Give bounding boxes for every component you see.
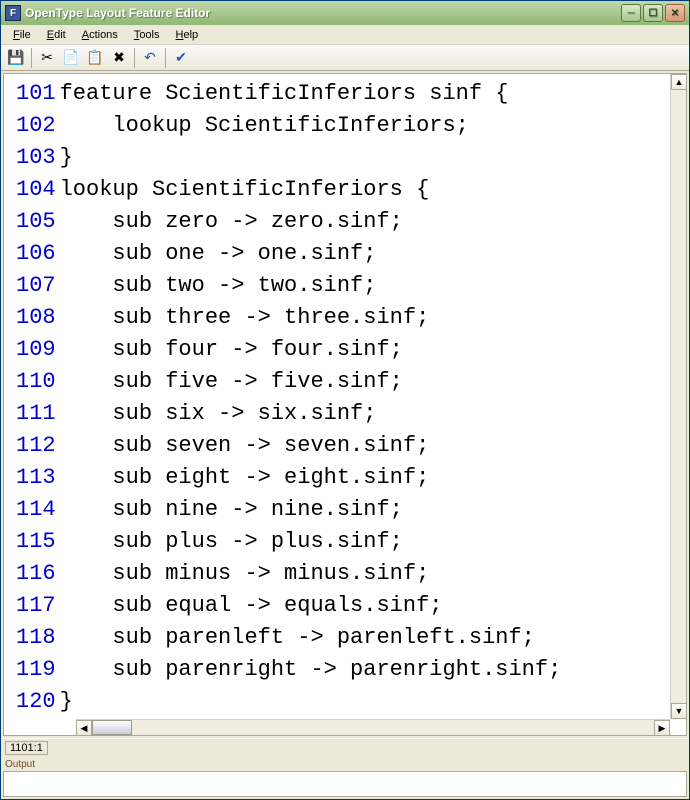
menu-file[interactable]: File (5, 27, 39, 43)
window-controls: ─ ☐ ✕ (621, 4, 685, 22)
line-number: 106 (16, 238, 56, 270)
statusbar: 1101:1 (1, 738, 689, 756)
line-number: 103 (16, 142, 56, 174)
scroll-track[interactable] (671, 90, 686, 703)
code-line[interactable]: sub seven -> seven.sinf; (60, 430, 562, 462)
code-line[interactable]: sub zero -> zero.sinf; (60, 206, 562, 238)
line-number: 120 (16, 686, 56, 718)
line-number: 114 (16, 494, 56, 526)
line-number: 116 (16, 558, 56, 590)
toolbar-separator (165, 48, 166, 68)
paste-icon[interactable]: 📋 (84, 47, 106, 69)
code-line[interactable]: sub nine -> nine.sinf; (60, 494, 562, 526)
line-number: 119 (16, 654, 56, 686)
toolbar: 💾 ✂ 📄 📋 ✖ ↶ ✔ (1, 45, 689, 71)
line-number: 104 (16, 174, 56, 206)
close-button[interactable]: ✕ (665, 4, 685, 22)
code-line[interactable]: sub four -> four.sinf; (60, 334, 562, 366)
line-number: 113 (16, 462, 56, 494)
line-number: 112 (16, 430, 56, 462)
cursor-position: 1101:1 (5, 741, 48, 755)
toolbar-separator (31, 48, 32, 68)
code-editor[interactable]: 1011021031041051061071081091101111121131… (4, 74, 686, 735)
vertical-scrollbar[interactable]: ▲ ▼ (670, 74, 686, 719)
undo-icon[interactable]: ↶ (139, 47, 161, 69)
output-label: Output (3, 758, 687, 771)
code-content[interactable]: feature ScientificInferiors sinf { looku… (60, 74, 562, 735)
menu-tools[interactable]: Tools (126, 27, 168, 43)
code-line[interactable]: sub parenright -> parenright.sinf; (60, 654, 562, 686)
toolbar-separator (134, 48, 135, 68)
line-number: 102 (16, 110, 56, 142)
menu-edit[interactable]: Edit (39, 27, 74, 43)
code-line[interactable]: sub equal -> equals.sinf; (60, 590, 562, 622)
scroll-down-icon[interactable]: ▼ (671, 703, 687, 719)
code-line[interactable]: sub minus -> minus.sinf; (60, 558, 562, 590)
line-number: 109 (16, 334, 56, 366)
line-number: 110 (16, 366, 56, 398)
line-number: 101 (16, 78, 56, 110)
code-line[interactable]: } (60, 142, 562, 174)
code-line[interactable]: } (60, 686, 562, 718)
line-gutter: 1011021031041051061071081091101111121131… (4, 74, 60, 735)
code-line[interactable]: sub eight -> eight.sinf; (60, 462, 562, 494)
scroll-track[interactable] (92, 720, 654, 735)
line-number: 105 (16, 206, 56, 238)
code-line[interactable]: sub five -> five.sinf; (60, 366, 562, 398)
menubar: File Edit Actions Tools Help (1, 25, 689, 45)
save-icon[interactable]: 💾 (5, 47, 27, 69)
line-number: 115 (16, 526, 56, 558)
code-line[interactable]: sub three -> three.sinf; (60, 302, 562, 334)
menu-help[interactable]: Help (168, 27, 207, 43)
line-number: 117 (16, 590, 56, 622)
code-line[interactable]: lookup ScientificInferiors { (60, 174, 562, 206)
scroll-left-icon[interactable]: ◀ (76, 720, 92, 736)
titlebar: F OpenType Layout Feature Editor ─ ☐ ✕ (1, 1, 689, 25)
menu-actions[interactable]: Actions (74, 27, 126, 43)
code-line[interactable]: sub plus -> plus.sinf; (60, 526, 562, 558)
line-number: 107 (16, 270, 56, 302)
line-number: 118 (16, 622, 56, 654)
scroll-right-icon[interactable]: ▶ (654, 720, 670, 736)
window-title: OpenType Layout Feature Editor (25, 6, 621, 20)
cut-icon[interactable]: ✂ (36, 47, 58, 69)
compile-icon[interactable]: ✔ (170, 47, 192, 69)
code-line[interactable]: feature ScientificInferiors sinf { (60, 78, 562, 110)
minimize-button[interactable]: ─ (621, 4, 641, 22)
scroll-up-icon[interactable]: ▲ (671, 74, 687, 90)
output-panel: Output (3, 758, 687, 797)
copy-icon[interactable]: 📄 (60, 47, 82, 69)
output-box[interactable] (3, 771, 687, 797)
line-number: 108 (16, 302, 56, 334)
delete-icon[interactable]: ✖ (108, 47, 130, 69)
code-line[interactable]: lookup ScientificInferiors; (60, 110, 562, 142)
app-icon: F (5, 5, 21, 21)
code-line[interactable]: sub parenleft -> parenleft.sinf; (60, 622, 562, 654)
scroll-thumb[interactable] (92, 720, 132, 735)
maximize-button[interactable]: ☐ (643, 4, 663, 22)
horizontal-scrollbar[interactable]: ◀ ▶ (76, 719, 670, 735)
code-line[interactable]: sub two -> two.sinf; (60, 270, 562, 302)
editor-area: 1011021031041051061071081091101111121131… (3, 73, 687, 736)
code-line[interactable]: sub one -> one.sinf; (60, 238, 562, 270)
line-number: 111 (16, 398, 56, 430)
code-line[interactable]: sub six -> six.sinf; (60, 398, 562, 430)
